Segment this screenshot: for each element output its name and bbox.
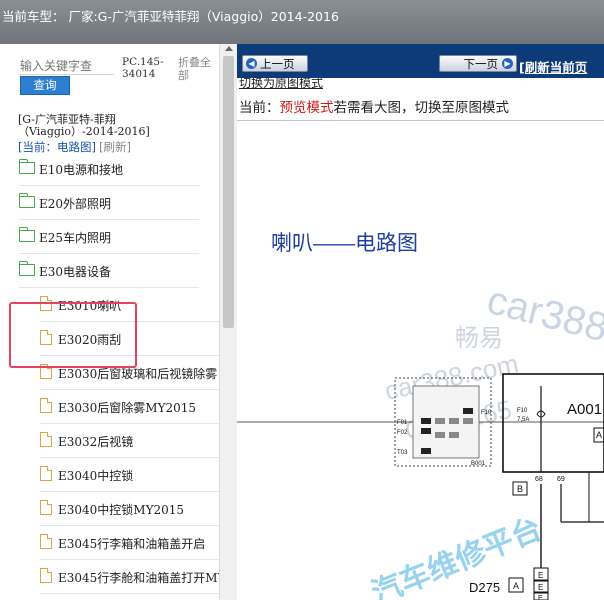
search-input[interactable] — [20, 58, 114, 75]
fuse-slot — [449, 432, 459, 438]
fuse-slot — [463, 418, 473, 424]
mode-notice: 当前：预览模式若需看大图，切换至原图模式 — [239, 96, 509, 116]
fuse-f10 — [463, 408, 473, 414]
label-d275: D275 — [469, 580, 500, 595]
model-info: [G-广汽菲亚特-菲翔 （Viaggio）-2014-2016] — [18, 114, 208, 138]
top-bar: 当前车型： 厂家:G-广汽菲亚特菲翔（Viaggio）2014-2016 — [0, 0, 604, 44]
watermark-changyi: 畅易 — [455, 324, 503, 352]
mode-prefix: 当前： — [239, 100, 280, 116]
refresh-page-link[interactable]: [刷新当前页 — [519, 57, 587, 76]
circuit-diagram: 喇叭——电路图 car388 畅易 car388.com CY20165 A00… — [237, 232, 604, 600]
label-e1: E — [538, 571, 543, 580]
next-page-label: 下一页 — [463, 57, 499, 71]
content-divider — [237, 120, 604, 121]
mode-suffix: 若需看大图，切换至原图模式 — [333, 100, 510, 116]
tree-item-e3030-my2015[interactable]: E3030后窗除雾MY2015 — [40, 390, 219, 424]
page-nav-bar: ◀ 上一页 下一页 ▶ [刷新当前页 — [237, 44, 604, 78]
tree-item-e10[interactable]: E10电源和接地 — [19, 152, 199, 186]
tree-item-e3040-my2015[interactable]: E3040中控锁MY2015 — [40, 492, 219, 526]
diagram-title: 喇叭——电路图 — [271, 232, 418, 255]
arrow-right-icon: ▶ — [502, 58, 513, 69]
tree-item-e3045[interactable]: E3045行李箱和油箱盖开启 — [40, 526, 219, 560]
label-69: 69 — [557, 476, 565, 483]
document-icon — [40, 500, 52, 515]
label-f10: F10 — [517, 408, 528, 414]
tree-item-label: E30电器设备 — [39, 265, 112, 279]
folder-icon — [19, 193, 35, 208]
next-page-button[interactable]: 下一页 ▶ — [439, 55, 517, 72]
mode-preview-label: 预览模式 — [279, 100, 334, 116]
model-line-2: （Viaggio）-2014-2016] — [18, 125, 150, 138]
vehicle-title: 当前车型： 厂家:G-广汽菲亚特菲翔（Viaggio）2014-2016 — [2, 9, 339, 24]
tree-item-e3032[interactable]: E3032后视镜 — [40, 424, 219, 458]
search-button[interactable]: 查询 — [20, 76, 70, 95]
selection-highlight-box — [9, 302, 137, 368]
fuse-slot — [449, 418, 459, 424]
tree-item-e30[interactable]: E30电器设备 — [19, 254, 199, 288]
scroll-up-arrow-icon[interactable] — [225, 46, 233, 51]
label-f10-pin: F10 — [481, 410, 492, 416]
part-code: PC.145-34014 — [122, 56, 164, 80]
prev-page-label: 上一页 — [260, 57, 295, 71]
label-t03: T03 — [397, 450, 408, 456]
arrow-left-icon: ◀ — [246, 58, 257, 69]
folder-icon — [19, 159, 35, 174]
fuse-f02 — [421, 428, 431, 434]
switch-original-link[interactable]: 切换为原图模式 — [239, 78, 323, 92]
tree-item-label: E3040中控锁 — [58, 469, 134, 483]
tree-item-label: E25车内照明 — [39, 231, 112, 245]
label-e2: E — [538, 583, 543, 592]
tree-item-label: E3030后窗除雾MY2015 — [58, 401, 197, 415]
document-icon — [40, 398, 52, 413]
tree-item-e3045-my[interactable]: E3045行李舱和油箱盖打开MY — [40, 560, 219, 594]
tree-item-label: E10电源和接地 — [39, 163, 124, 177]
tree-item-e25[interactable]: E25车内照明 — [19, 220, 199, 254]
label-f10-amp: 7,5A — [517, 417, 529, 423]
fold-all-button[interactable]: 折叠全部 — [178, 56, 218, 82]
tree-item-label: E3045行李舱和油箱盖打开MY — [58, 571, 219, 585]
search-row: 查询 PC.145-34014 折叠全部 — [0, 52, 219, 95]
fuse-slot — [435, 418, 445, 424]
sidebar: 查询 PC.145-34014 折叠全部 [G-广汽菲亚特-菲翔 （Viaggi… — [0, 44, 237, 600]
tree-item-e3040[interactable]: E3040中控锁 — [40, 458, 219, 492]
folder-open-icon — [19, 261, 35, 276]
label-a-top: A — [596, 430, 602, 440]
label-68: 68 — [535, 476, 543, 483]
fuse-slot — [435, 432, 445, 438]
tree-item-label: E20外部照明 — [39, 197, 112, 211]
document-icon — [40, 568, 52, 583]
label-f01: F01 — [397, 420, 408, 426]
label-b001: B001 — [471, 461, 486, 467]
tree-item-label: E3045行李箱和油箱盖开启 — [58, 537, 206, 551]
document-icon — [40, 466, 52, 481]
label-a001: A001 — [567, 401, 602, 418]
fuse-f01 — [421, 418, 431, 424]
fuse-t03 — [421, 448, 431, 454]
sidebar-scrollbar[interactable] — [219, 44, 237, 600]
prev-page-button[interactable]: ◀ 上一页 — [242, 55, 308, 72]
scrollbar-thumb[interactable] — [223, 56, 234, 328]
label-e3: E — [538, 595, 543, 600]
folder-icon — [19, 227, 35, 242]
tree-item-label: E3032后视镜 — [58, 435, 134, 449]
label-f02: F02 — [397, 430, 408, 436]
content-pane: ◀ 上一页 下一页 ▶ [刷新当前页 切换为原图模式 当前：预览模式若需看大图，切换… — [237, 44, 604, 600]
label-a-bottom: A — [513, 581, 519, 591]
fuse-module-box — [502, 373, 604, 473]
label-b: B — [517, 484, 523, 494]
document-icon — [40, 432, 52, 447]
tree-item-label: E3040中控锁MY2015 — [58, 503, 185, 517]
document-icon — [40, 534, 52, 549]
tree-item-e20[interactable]: E20外部照明 — [19, 186, 199, 220]
